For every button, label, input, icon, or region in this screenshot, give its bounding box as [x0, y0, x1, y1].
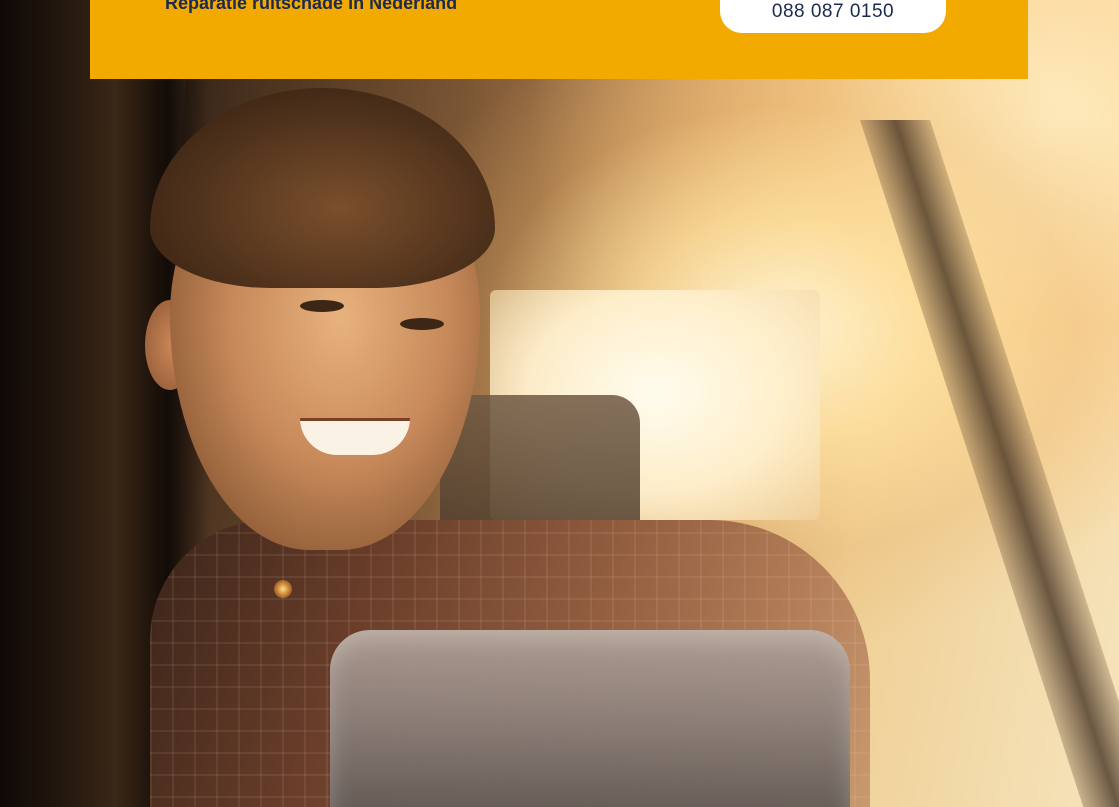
phone-number-button[interactable]: 088 087 0150: [720, 0, 946, 33]
banner-title: Reparatie ruitschade in Nederland: [165, 0, 458, 13]
hero-page: Reparatie ruitschade in Nederland 088 08…: [0, 0, 1119, 807]
person-eye-right: [400, 318, 444, 330]
lens-flare: [274, 580, 292, 598]
door-frame: [860, 120, 1119, 807]
side-mirror: [330, 630, 850, 807]
person-eye-left: [300, 300, 344, 312]
top-banner: Reparatie ruitschade in Nederland 088 08…: [90, 0, 1028, 79]
